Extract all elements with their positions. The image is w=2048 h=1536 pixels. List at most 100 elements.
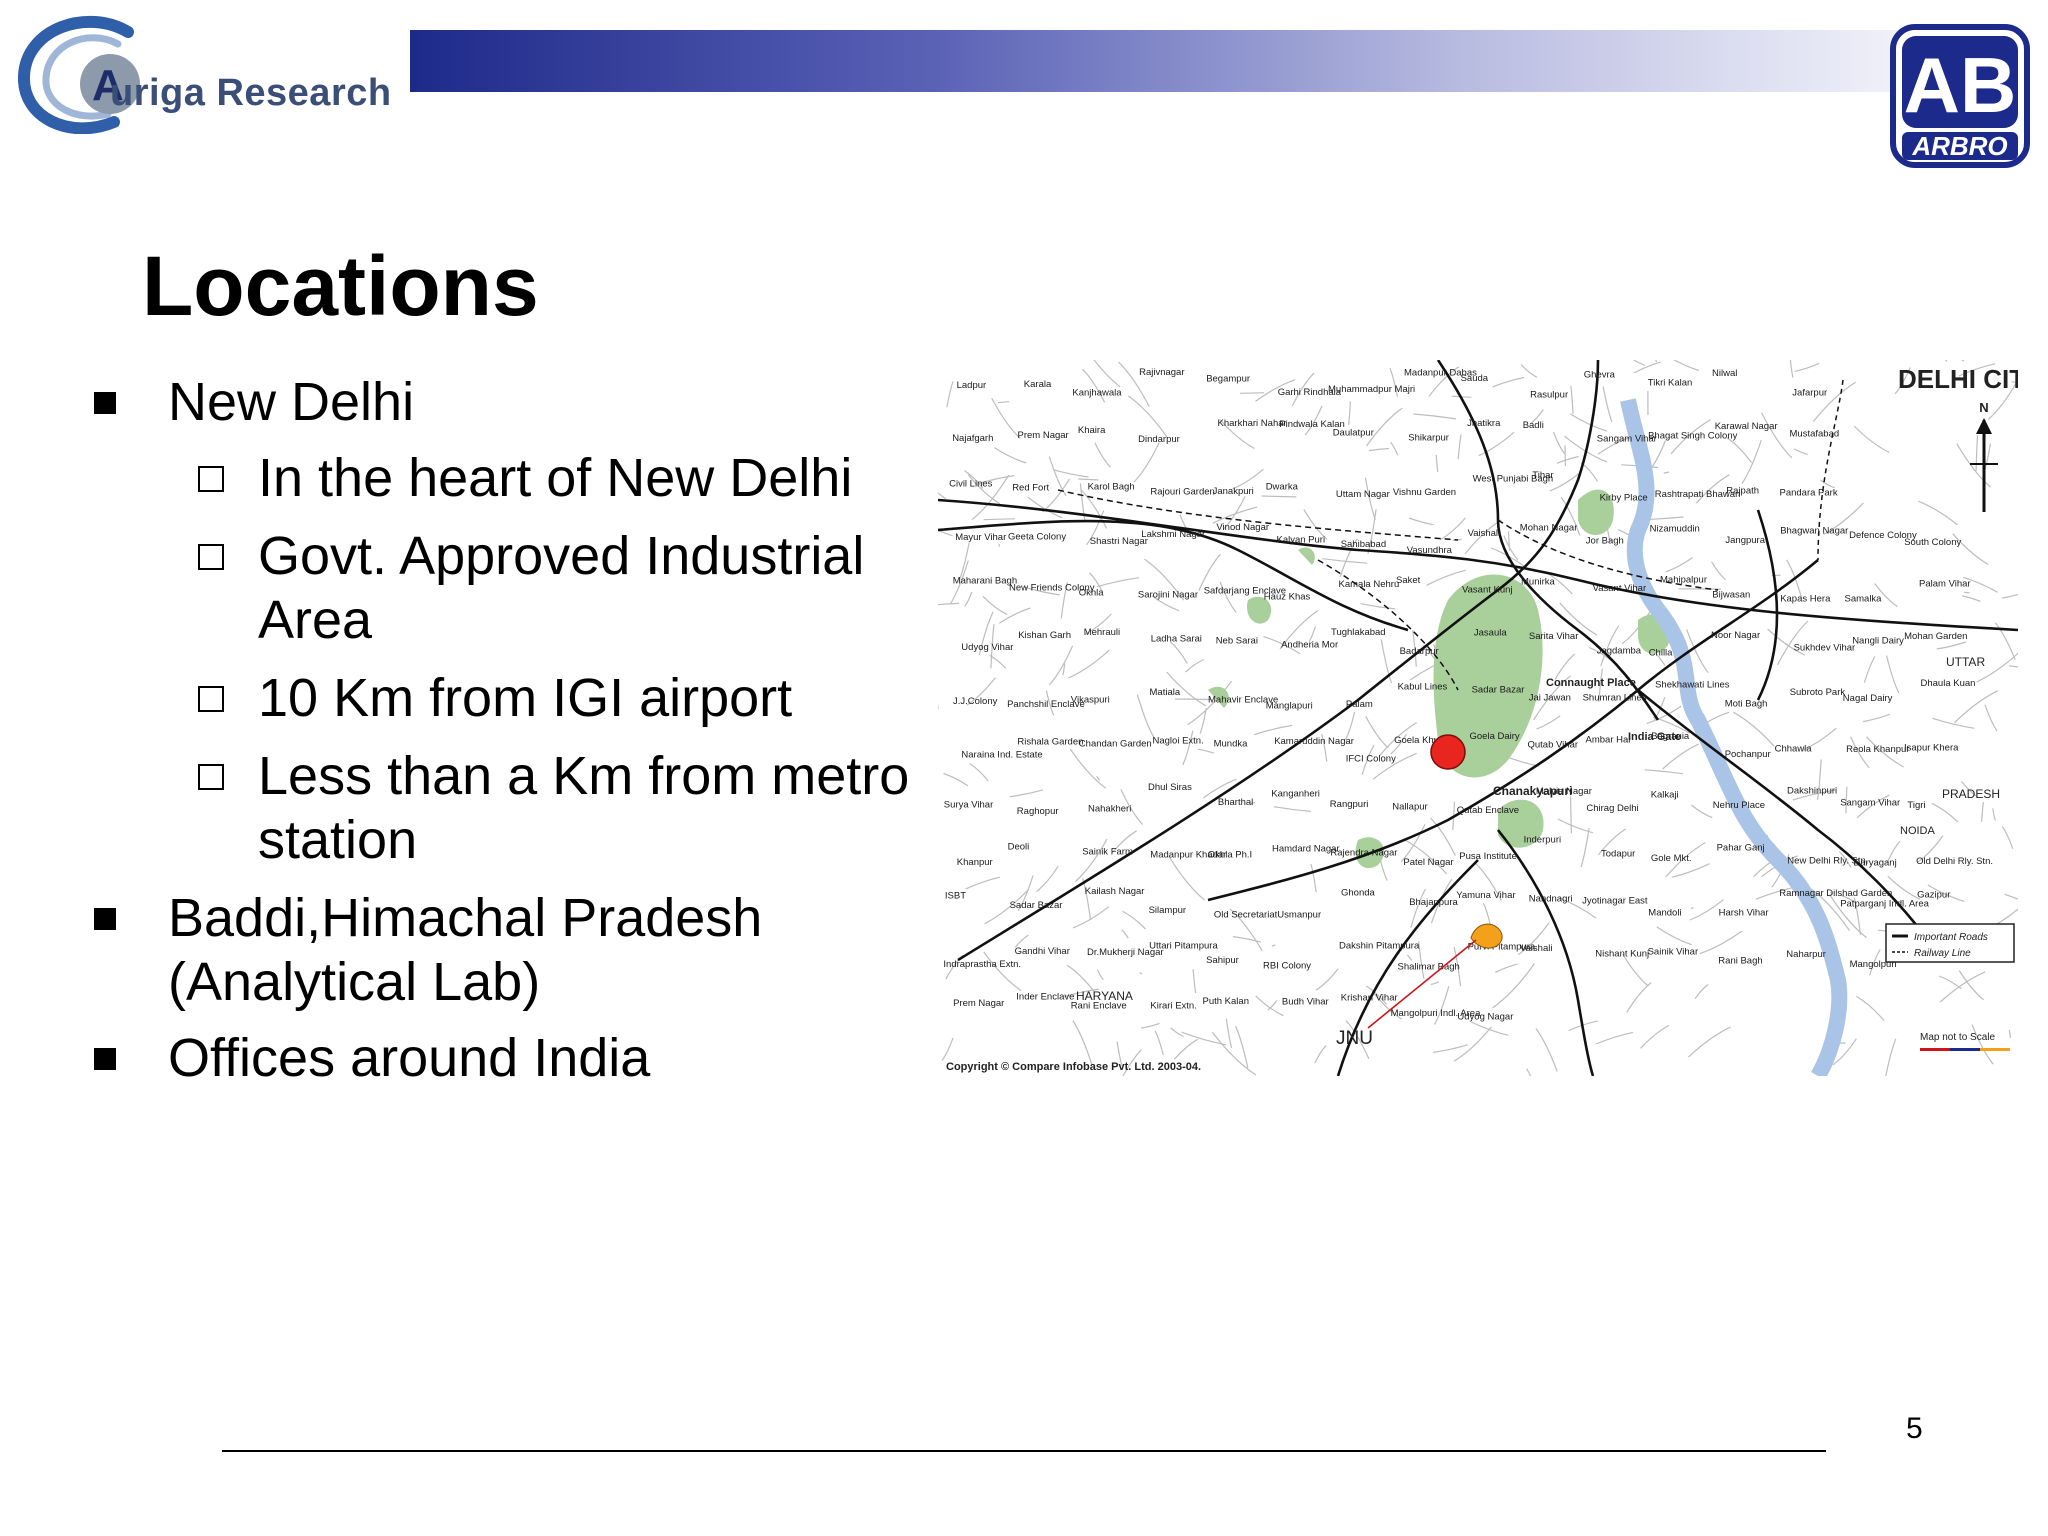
map-place-label: Kanganheri [1271,788,1320,799]
map-place-label: Reola Khanpur [1846,744,1909,755]
square-bullet-icon [94,392,116,414]
map-place-label: Naraina Ind. Estate [961,749,1042,760]
map-place-label: Muhammadpur Majri [1328,384,1415,395]
map-place-label: Okhla [1079,588,1105,599]
map-place-label: Daryaganj [1853,857,1896,868]
map-place-label: Usmanpur [1277,910,1321,921]
map-place-label: Rajendra Nagar [1330,848,1397,859]
map-place-label: Kanjhawala [1072,387,1122,398]
map-place-label: Old Delhi Rly. Stn. [1916,856,1993,867]
map-place-label: Vikaspuri [1071,694,1110,705]
square-bullet-icon [94,908,116,930]
map-place-label: Sadar Bazar [1472,685,1525,696]
map-place-label: Jhatikra [1467,418,1501,429]
map-place-label: Nizamuddin [1650,524,1700,535]
map-place-label: Sangam Vihar [1840,798,1900,809]
map-place-label: Naharpur [1786,949,1826,960]
map-place-label: Khaira [1078,425,1106,436]
map-place-label: Old Secretariat [1214,910,1278,921]
map-place-label: Vasundhra [1407,545,1453,556]
map-place-label: Bhagat Singh Colony [1648,431,1738,442]
map-place-label: Gandhi Vihar [1015,946,1070,957]
map-place-label: Shumran Lines [1583,692,1647,703]
map-place-label: Vaishali [1520,943,1553,954]
map-place-label: Shalimar Bagh [1398,961,1460,972]
map-place-label: Kabul Lines [1398,681,1448,692]
map-place-label: Nallapur [1392,801,1427,812]
pradesh-region-label: PRADESH [1942,787,2000,801]
map-place-label: Dwarka [1266,482,1299,493]
arbro-monogram: AB [1904,41,2017,129]
map-place-label: Kharkhari Nahar [1218,418,1287,429]
map-place-label: Khanpur [957,857,993,868]
map-place-label: Mundka [1214,739,1249,750]
map-place-label: Rajpath [1726,486,1759,497]
hollow-square-bullet-icon [198,686,224,712]
map-place-label: Todapur [1601,848,1635,859]
map-place-label: Badli [1523,420,1544,431]
map-place-label: Kalyan Puri [1277,535,1326,546]
legend-important-roads: Important Roads [1914,932,1988,943]
bullet-offices: Offices around India [90,1026,970,1090]
map-place-label: Jor Bagh [1586,535,1624,546]
map-place-label: Jasaula [1474,628,1507,639]
map-place-label: Jafarpur [1792,387,1827,398]
map-place-label: Moti Bagh [1725,699,1768,710]
map-place-label: Rani Bagh [1718,956,1762,967]
map-place-label: Kamala Nehru [1339,579,1400,590]
map-place-label: Patel Nagar [1403,857,1453,868]
map-place-label: Bhajanpura [1409,897,1458,908]
header-gradient-band [410,30,1910,92]
map-place-label: Sarita Vihar [1529,631,1578,642]
bullet-text: New Delhi [168,372,415,432]
map-place-label: Vishnu Garden [1393,487,1456,498]
map-place-label: Red Fort [1012,483,1049,494]
haryana-region-label: HARYANA [1076,989,1133,1003]
map-place-label: Palam [1346,699,1373,710]
map-place-label: Karawal Nagar [1715,421,1778,432]
north-label: N [1979,400,1988,415]
map-place-label: Dakshinpuri [1787,785,1837,796]
bullet-new-delhi: New Delhi [90,370,970,434]
map-place-label: Kalkaji [1651,790,1679,801]
map-place-label: Rangpuri [1330,799,1369,810]
page-number: 5 [1906,1412,1923,1445]
map-place-label: Ambar Hai [1586,734,1631,745]
map-place-label: Mayur Vihar [955,532,1006,543]
chanakyapuri-label: Chanakyapuri [1493,784,1572,798]
map-place-label: Udyog Nagar [1457,1011,1513,1022]
map-place-label: Andheria Mor [1281,639,1338,650]
map-place-label: Vasant Vihar [1593,583,1647,594]
map-place-label: Sahipur [1206,955,1239,966]
map-place-label: Ghonda [1341,888,1376,899]
map-place-label: Inderpuri [1524,835,1562,846]
map-place-label: Civil Lines [949,478,993,489]
arbro-logo-text: ARBRO [1911,131,2007,161]
map-scale-bar [1920,1048,2010,1051]
map-place-label: Tughlakabad [1331,627,1386,638]
map-place-label: Tihar [1532,470,1553,481]
bullet-baddi: Baddi,Himachal Pradesh (Analytical Lab) [90,886,970,1014]
map-place-label: Saket [1396,575,1421,586]
map-place-label: Bharthal [1218,797,1253,808]
map-place-label: Lakshmi Nagar [1141,529,1205,540]
bullet-text: In the heart of New Delhi [258,448,853,508]
map-place-label: Uttam Nagar [1336,489,1390,500]
map-place-label: Mohan Garden [1904,631,1967,642]
map-place-label: Surya Vihar [944,800,993,811]
bullet-text: Baddi,Himachal Pradesh (Analytical Lab) [168,888,763,1012]
map-place-label: Samalka [1845,594,1883,605]
map-place-label: ISBT [945,890,966,901]
map-place-label: Ladpur [957,380,987,391]
footer-rule [222,1450,1826,1452]
map-place-label: Udyog Vihar [961,642,1013,653]
map-place-label: Uttari Pitampura [1149,941,1218,952]
map-place-label: Nishant Kunj [1595,949,1649,960]
map-place-label: Prem Nagar [953,998,1004,1009]
map-place-label: Puth Kalan [1203,996,1249,1007]
location-marker-new-delhi [1430,734,1466,770]
map-place-label: Pochanpur [1725,749,1771,760]
hollow-square-bullet-icon [198,764,224,790]
bullet-text: Less than a Km from metro station [258,746,910,870]
map-place-label: Nehru Place [1713,800,1765,811]
